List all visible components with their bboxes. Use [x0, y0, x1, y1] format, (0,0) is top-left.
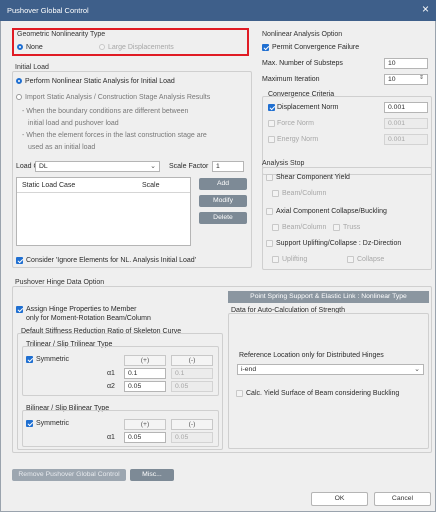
support-uplift-label: Support Uplifting/Collapse : Dz-Directio…: [276, 240, 402, 247]
axial-beam-checkbox[interactable]: [272, 224, 279, 231]
bilinear-alpha1-label: α1: [107, 434, 115, 441]
delete-button[interactable]: Delete: [199, 212, 247, 224]
uplifting-label: Uplifting: [282, 256, 308, 263]
trilinear-symmetric-checkbox[interactable]: [26, 356, 33, 363]
support-uplift-checkbox[interactable]: [266, 240, 273, 247]
alpha2-plus-input[interactable]: 0.05: [124, 381, 166, 392]
bilinear-plus-header: (+): [124, 419, 166, 430]
alpha2-minus-input[interactable]: 0.05: [171, 381, 213, 392]
alpha1-plus-input[interactable]: 0.1: [124, 368, 166, 379]
analysis-stop-title: Analysis Stop: [262, 160, 305, 167]
ref-location-select[interactable]: i-end ⌄: [237, 364, 424, 375]
substeps-input[interactable]: 10: [384, 58, 428, 69]
ok-button[interactable]: OK: [311, 492, 368, 506]
bilinear-alpha1-minus-input[interactable]: 0.05: [171, 432, 213, 443]
perform-nonlinear-radio[interactable]: [16, 78, 22, 84]
col-scale: Scale: [142, 182, 160, 189]
bilinear-minus-header: (-): [171, 419, 213, 430]
collapse-label: Collapse: [357, 256, 385, 263]
calc-yield-label: Calc. Yield Surface of Beam considering …: [246, 390, 400, 397]
col-static-load-case: Static Load Case: [22, 182, 76, 189]
bullet-2a: - When the element forces in the last co…: [22, 132, 207, 139]
uplifting-checkbox[interactable]: [272, 256, 279, 263]
scale-factor-label: Scale Factor: [169, 163, 209, 170]
spin-icon[interactable]: ⇕: [419, 75, 424, 81]
axial-truss-checkbox[interactable]: [333, 224, 340, 231]
import-static-label: Import Static Analysis / Construction St…: [25, 94, 211, 101]
cancel-button[interactable]: Cancel: [374, 492, 431, 506]
title-bar: Pushover Global Control ×: [0, 0, 436, 21]
permit-convergence-checkbox[interactable]: [262, 44, 269, 51]
remove-pushover-button[interactable]: Remove Pushover Global Control: [12, 469, 126, 481]
alpha2-label: α2: [107, 383, 115, 390]
shear-yield-label: Shear Component Yield: [276, 174, 350, 181]
misc-button[interactable]: Misc...: [130, 469, 174, 481]
axial-beam-label: Beam/Column: [282, 224, 327, 231]
consider-ignore-checkbox[interactable]: [16, 257, 23, 264]
load-case-select[interactable]: DL ⌄: [35, 161, 160, 172]
permit-convergence-label: Permit Convergence Failure: [272, 44, 360, 51]
import-static-radio[interactable]: [16, 94, 22, 100]
shear-yield-checkbox[interactable]: [266, 174, 273, 181]
max-iteration-label: Maximum Iteration: [262, 76, 320, 83]
disp-norm-checkbox[interactable]: [268, 104, 275, 111]
ref-location-title: Reference Location only for Distributed …: [239, 352, 384, 359]
alpha1-label: α1: [107, 370, 115, 377]
chevron-down-icon: ⌄: [150, 163, 156, 170]
bullet-1b: initial load and pushover load: [28, 120, 119, 127]
bilinear-alpha1-plus-input[interactable]: 0.05: [124, 432, 166, 443]
hinge-option-title: Pushover Hinge Data Option: [15, 279, 105, 286]
assign-hinge-checkbox[interactable]: [16, 306, 23, 313]
calc-yield-checkbox[interactable]: [236, 390, 243, 397]
force-norm-label: Force Norm: [277, 120, 314, 127]
chevron-down-icon: ⌄: [414, 366, 420, 373]
max-iteration-input[interactable]: 10 ⇕: [384, 74, 428, 85]
table-divider: [17, 192, 190, 193]
substeps-label: Max. Number of Substeps: [262, 60, 343, 67]
bullet-1a: - When the boundary conditions are diffe…: [22, 108, 189, 115]
perform-nonlinear-label: Perform Nonlinear Static Analysis for In…: [25, 78, 175, 85]
energy-norm-input[interactable]: 0.001: [384, 134, 428, 145]
modify-button[interactable]: Modify: [199, 195, 247, 207]
force-norm-input[interactable]: 0.001: [384, 118, 428, 129]
force-norm-checkbox[interactable]: [268, 120, 275, 127]
window-title: Pushover Global Control: [7, 6, 89, 15]
assign-hinge-label-2: only for Moment-Rotation Beam/Column: [26, 315, 151, 322]
axial-collapse-checkbox[interactable]: [266, 208, 273, 215]
max-iteration-value: 10: [388, 76, 396, 83]
consider-ignore-label: Consider 'Ignore Elements for NL. Analys…: [26, 257, 196, 264]
ref-location-value: i-end: [241, 366, 257, 373]
collapse-checkbox[interactable]: [347, 256, 354, 263]
add-button[interactable]: Add: [199, 178, 247, 190]
trilinear-symmetric-label: Symmetric: [36, 356, 70, 363]
trilinear-plus-header: (+): [124, 355, 166, 366]
close-icon[interactable]: ×: [422, 3, 429, 15]
scale-factor-input[interactable]: 1: [212, 161, 244, 172]
bullet-2b: used as an initial load: [28, 144, 96, 151]
bilinear-symmetric-checkbox[interactable]: [26, 420, 33, 427]
disp-norm-label: Displacement Norm: [277, 104, 339, 111]
axial-collapse-label: Axial Component Collapse/Buckling: [276, 208, 387, 215]
trilinear-minus-header: (-): [171, 355, 213, 366]
point-spring-button[interactable]: Point Spring Support & Elastic Link : No…: [228, 291, 429, 303]
analysis-stop-group: [262, 167, 432, 270]
energy-norm-label: Energy Norm: [277, 136, 319, 143]
alpha1-minus-input[interactable]: 0.1: [171, 368, 213, 379]
nl-option-title: Nonlinear Analysis Option: [262, 31, 343, 38]
load-case-value: DL: [39, 163, 48, 170]
shear-beam-label: Beam/Column: [282, 190, 327, 197]
energy-norm-checkbox[interactable]: [268, 136, 275, 143]
highlight-box: [12, 28, 249, 56]
initial-load-title: Initial Load: [15, 64, 49, 71]
axial-truss-label: Truss: [343, 224, 361, 231]
assign-hinge-label-1: Assign Hinge Properties to Member: [26, 306, 137, 313]
disp-norm-input[interactable]: 0.001: [384, 102, 428, 113]
bilinear-symmetric-label: Symmetric: [36, 420, 70, 427]
shear-beam-checkbox[interactable]: [272, 190, 279, 197]
auto-calc-group: [228, 313, 429, 449]
